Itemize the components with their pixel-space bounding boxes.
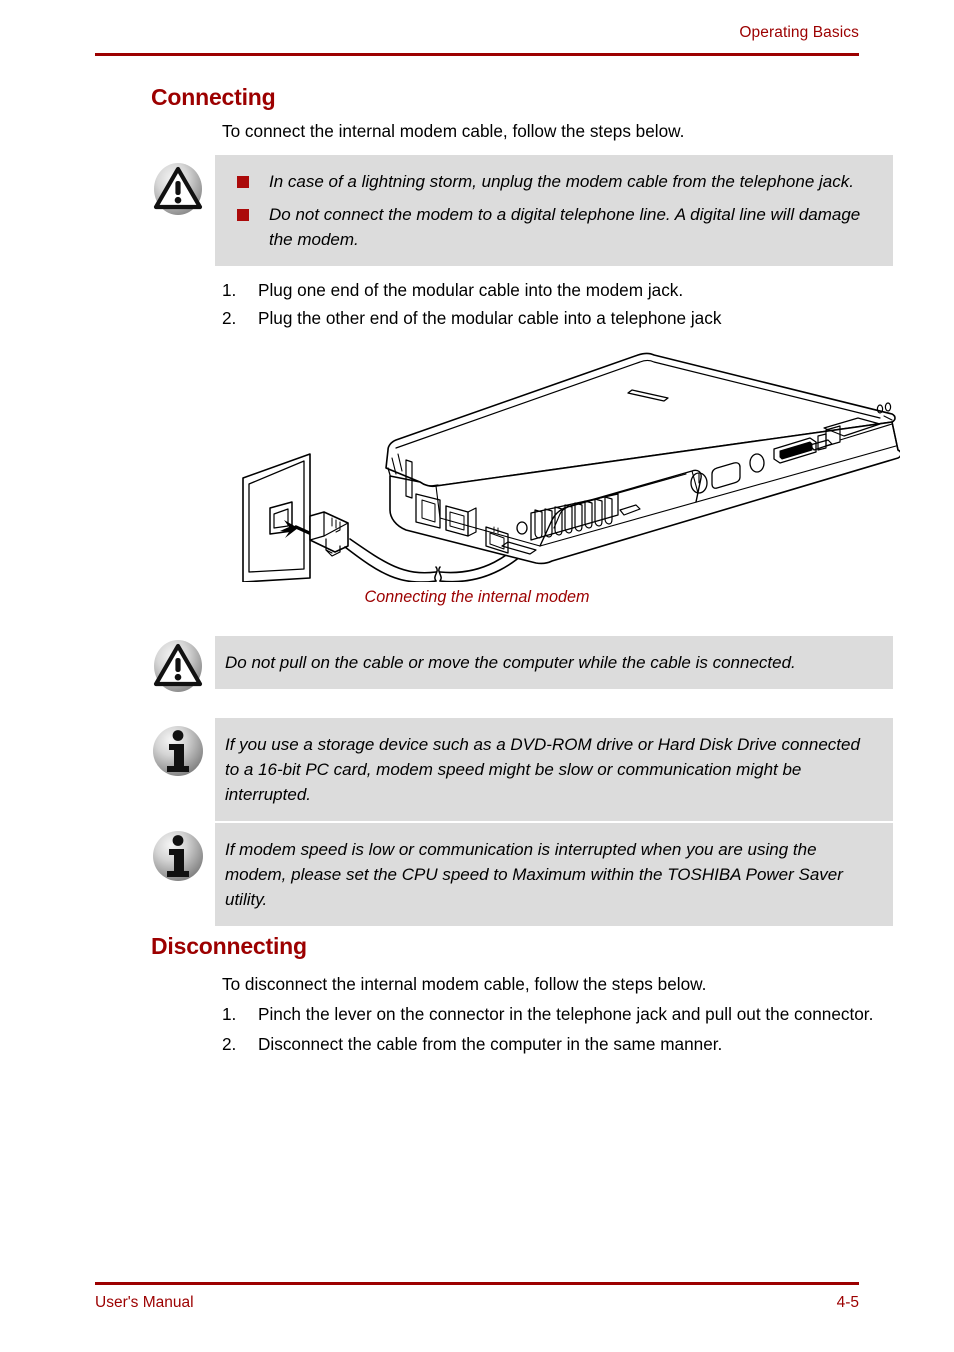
info-circle-icon [150,828,206,884]
chapter-title: Operating Basics [739,24,859,41]
notice-bullet-item: Do not connect the modem to a digital te… [227,202,875,252]
list-item-number: 1. [222,1004,237,1024]
info-circle-icon [150,723,206,779]
footer-divider [95,1282,859,1285]
notice-info-cpu-speed: If modem speed is low or communication i… [215,823,893,926]
bullet-square-icon [237,209,249,221]
notice-caution-cable: Do not pull on the cable or move the com… [215,636,893,689]
notice-bullet-item: In case of a lightning storm, unplug the… [227,169,875,194]
list-item: 2. Plug the other end of the modular cab… [222,306,892,332]
figure-connecting-internal-modem [240,350,902,583]
bullet-square-icon [237,176,249,188]
page-footer: User's Manual 4-5 [95,1282,859,1322]
list-item-text: Pinch the lever on the connector in the … [258,1004,874,1024]
laptop-modem-illustration [242,352,902,583]
list-item-number: 2. [222,307,237,328]
disconnecting-steps-list: 1. Pinch the lever on the connector in t… [222,1002,892,1059]
list-item-text: Plug one end of the modular cable into t… [258,280,684,300]
heading-connecting: Connecting [151,84,276,110]
list-item: 2. Disconnect the cable from the compute… [222,1032,892,1058]
connecting-intro: To connect the internal modem cable, fol… [222,121,685,141]
warning-triangle-icon [150,638,206,694]
notice-text: If modem speed is low or communication i… [225,840,843,909]
notice-text: If you use a storage device such as a DV… [225,735,860,804]
page-header: Operating Basics [95,24,859,58]
list-item: 1. Pinch the lever on the connector in t… [222,1002,892,1028]
notice-info-storage: If you use a storage device such as a DV… [215,718,893,821]
figure-caption: Connecting the internal modem [364,588,590,606]
list-item-text: Plug the other end of the modular cable … [258,307,722,328]
notice-warning-lightning: In case of a lightning storm, unplug the… [215,155,893,266]
manual-page: Operating Basics Connecting To connect t… [0,0,954,1352]
list-item-number: 1. [222,280,237,300]
header-divider [95,53,859,56]
list-item: 1. Plug one end of the modular cable int… [222,278,892,304]
warning-triangle-icon [150,161,206,217]
footer-page-number: 4-5 [836,1294,859,1311]
disconnecting-intro: To disconnect the internal modem cable, … [222,974,707,994]
list-item-text: Disconnect the cable from the computer i… [258,1033,723,1054]
notice-bullet-text: In case of a lightning storm, unplug the… [269,172,854,191]
notice-text: Do not pull on the cable or move the com… [225,653,796,672]
footer-manual-label: User's Manual [95,1294,194,1311]
connecting-steps-list: 1. Plug one end of the modular cable int… [222,278,892,333]
list-item-number: 2. [222,1033,237,1054]
notice-bullet-text: Do not connect the modem to a digital te… [269,205,861,249]
heading-disconnecting: Disconnecting [151,933,307,959]
